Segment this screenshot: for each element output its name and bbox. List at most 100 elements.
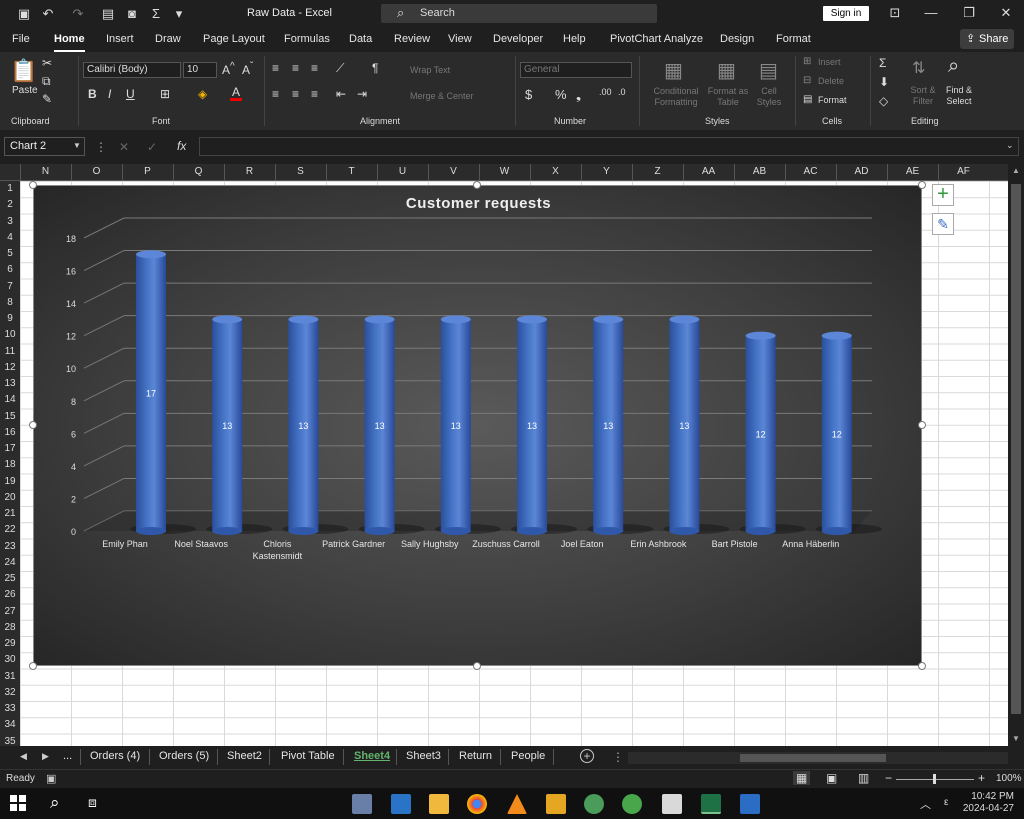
increase-indent-icon[interactable]: ⇥ (357, 87, 367, 101)
align-top-icon[interactable]: ≡ (272, 61, 279, 75)
resize-handle-tl[interactable] (29, 181, 37, 189)
row-header-35[interactable]: 35 (0, 734, 20, 747)
cell-styles-icon[interactable]: ▤ (759, 58, 778, 83)
cancel-icon[interactable]: ✕ (119, 140, 129, 154)
row-header-22[interactable]: 22 (0, 522, 20, 538)
row-header-16[interactable]: 16 (0, 425, 20, 441)
row-header-26[interactable]: 26 (0, 587, 20, 603)
column-header-v[interactable]: V (428, 166, 479, 177)
zoom-slider-thumb[interactable] (933, 774, 936, 784)
column-header-r[interactable]: R (224, 166, 275, 177)
tab-design[interactable]: Design (720, 33, 754, 45)
sort-filter-button[interactable]: Sort & Filter (906, 85, 940, 107)
tray-chevron-icon[interactable]: ︿ (920, 796, 931, 812)
vertical-scrollbar[interactable]: ▲ ▼ (1008, 164, 1024, 746)
conditional-formatting-icon[interactable]: ▦ (664, 58, 683, 83)
scroll-down-icon[interactable]: ▼ (1012, 734, 1020, 743)
row-header-32[interactable]: 32 (0, 685, 20, 701)
formula-input[interactable] (199, 137, 1019, 156)
app3-icon[interactable] (740, 794, 760, 814)
tab-view[interactable]: View (448, 33, 472, 45)
tab-formulas[interactable]: Formulas (284, 33, 330, 45)
save-icon[interactable]: ▣ (16, 6, 32, 22)
row-header-28[interactable]: 28 (0, 620, 20, 636)
tab-developer[interactable]: Developer (493, 33, 543, 45)
insert-cells-button[interactable]: Insert (818, 57, 841, 67)
tab-format[interactable]: Format (776, 33, 811, 45)
expand-formula-icon[interactable]: ⌄ (1006, 140, 1014, 151)
sheet-tab-sheet3[interactable]: Sheet3 (406, 750, 441, 762)
align-left-icon[interactable]: ≡ (272, 87, 279, 101)
tab-file[interactable]: File (12, 33, 30, 45)
column-header-ac[interactable]: AC (785, 166, 836, 177)
scroll-thumb[interactable] (1011, 184, 1021, 714)
column-header-t[interactable]: T (326, 166, 377, 177)
tab-help[interactable]: Help (563, 33, 586, 45)
vscode-icon[interactable] (391, 794, 411, 814)
row-header-8[interactable]: 8 (0, 295, 20, 311)
font-size-select[interactable]: 10 (183, 62, 217, 78)
number-format-select[interactable]: General (520, 62, 632, 78)
underline-icon[interactable]: U (126, 87, 135, 101)
column-header-ae[interactable]: AE (887, 166, 938, 177)
taskbar-clock[interactable]: 10:42 PM 2024-04-27 (960, 791, 1014, 815)
row-header-12[interactable]: 12 (0, 360, 20, 376)
row-header-5[interactable]: 5 (0, 246, 20, 262)
align-center-icon[interactable]: ≡ (292, 87, 299, 101)
chart-plot[interactable]: 0 2 4 6 8 10 12 14 16 18 17 Emily Phan 13 Noel Staavo… (34, 186, 923, 667)
tab-home[interactable]: Home (54, 33, 85, 52)
sheet-tab-return[interactable]: Return (459, 750, 492, 762)
delete-cells-button[interactable]: Delete (818, 76, 844, 86)
bold-icon[interactable]: B (88, 87, 97, 101)
paste-icon[interactable]: 📋 (10, 58, 37, 84)
language-icon[interactable]: ε (944, 797, 948, 808)
search-taskbar-icon[interactable]: ⌕ (50, 793, 60, 813)
increase-font-icon[interactable]: A^ (222, 61, 235, 77)
tab-insert[interactable]: Insert (106, 33, 134, 45)
next-sheet-icon[interactable]: ▶ (42, 751, 49, 762)
tab-page-layout[interactable]: Page Layout (203, 33, 265, 45)
resize-handle-bm[interactable] (473, 662, 481, 670)
conditional-formatting-button[interactable]: Conditional Formatting (651, 86, 701, 108)
sheet-tab-pivot-table[interactable]: Pivot Table (281, 750, 335, 762)
row-header-23[interactable]: 23 (0, 539, 20, 555)
ribbon-display-icon[interactable]: ⊡ (887, 5, 903, 21)
macro-record-icon[interactable]: ▣ (46, 772, 56, 785)
new-sheet-icon[interactable]: + (580, 749, 594, 763)
redo-icon[interactable]: ↷ (70, 6, 86, 22)
row-header-19[interactable]: 19 (0, 474, 20, 490)
row-header-14[interactable]: 14 (0, 392, 20, 408)
row-header-15[interactable]: 15 (0, 409, 20, 425)
restore-icon[interactable]: ❐ (961, 5, 977, 21)
normal-view-icon[interactable]: ▦ (793, 771, 811, 785)
row-header-2[interactable]: 2 (0, 197, 20, 213)
fill-icon[interactable]: ⬇ (879, 75, 889, 89)
excel-taskbar-icon[interactable] (701, 794, 721, 814)
sum-icon[interactable]: Σ (148, 6, 164, 22)
find-select-button[interactable]: Find & Select (941, 85, 977, 107)
minimize-icon[interactable]: — (923, 5, 939, 20)
task-view-icon[interactable]: ⧈ (88, 794, 97, 811)
row-header-30[interactable]: 30 (0, 652, 20, 668)
percent-icon[interactable]: % (555, 87, 567, 102)
row-header-3[interactable]: 3 (0, 214, 20, 230)
row-header-31[interactable]: 31 (0, 669, 20, 685)
format-painter-icon[interactable]: ✎ (42, 92, 52, 106)
resize-handle-bl[interactable] (29, 662, 37, 670)
increase-decimal-icon[interactable]: .00 (599, 87, 612, 97)
sign-in-button[interactable]: Sign in (823, 6, 869, 21)
chrome-icon[interactable] (467, 794, 487, 814)
fill-color-icon[interactable]: ◈ (198, 87, 207, 101)
resize-handle-ml[interactable] (29, 421, 37, 429)
cell-styles-button[interactable]: Cell Styles (752, 86, 786, 108)
currency-icon[interactable]: $ (525, 87, 532, 102)
decrease-indent-icon[interactable]: ⇤ (336, 87, 346, 101)
sheet-tab-orders-5[interactable]: Orders (5) (159, 750, 209, 762)
calculator-icon[interactable] (352, 794, 372, 814)
row-header-29[interactable]: 29 (0, 636, 20, 652)
resize-handle-tm[interactable] (473, 181, 481, 189)
tab-review[interactable]: Review (394, 33, 430, 45)
prev-sheet-icon[interactable]: ◀ (20, 751, 27, 762)
column-header-p[interactable]: P (122, 166, 173, 177)
text-direction-icon[interactable]: ¶ (372, 61, 378, 75)
